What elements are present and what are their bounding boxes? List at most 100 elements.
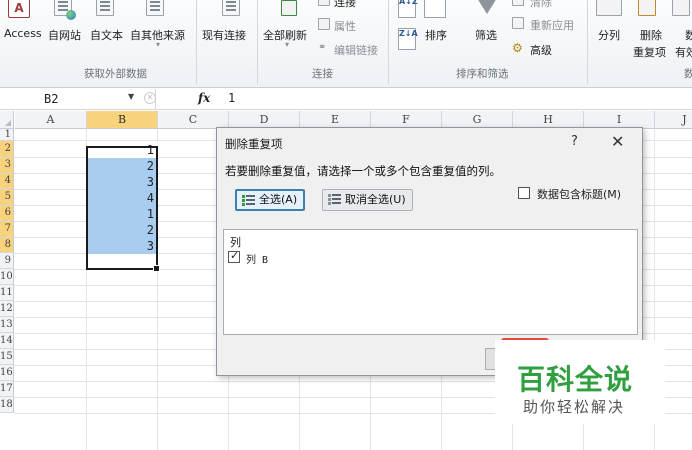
reapply-icon bbox=[512, 17, 524, 29]
has-headers-label: 数据包含标题(M) bbox=[537, 188, 622, 201]
name-box[interactable]: B2 ▼ bbox=[0, 89, 156, 109]
row-header[interactable]: 16 bbox=[0, 365, 14, 381]
group-label-data-tools: 数 bbox=[684, 66, 692, 81]
sort-button[interactable]: 排序 bbox=[425, 27, 447, 43]
advanced-filter-button[interactable]: 高级 bbox=[530, 42, 552, 58]
dialog-message: 若要删除重复值，请选择一个或多个包含重复值的列。 bbox=[225, 164, 501, 178]
cell-b3[interactable]: 2 bbox=[87, 158, 158, 174]
ribbon: A Access 自网站 自文本 自其他来源 ▾ 现有连接 获取外部数据 全部刷… bbox=[0, 0, 692, 88]
row-header[interactable]: 11 bbox=[0, 285, 14, 301]
existing-connections-button[interactable]: 现有连接 bbox=[202, 27, 246, 43]
close-icon[interactable]: ✕ bbox=[611, 132, 624, 151]
unchecklist-icon bbox=[328, 194, 341, 206]
row-header[interactable]: 10 bbox=[0, 269, 14, 285]
filter-icon bbox=[477, 0, 497, 14]
existing-connections-icon bbox=[222, 0, 240, 16]
clear-filter-button[interactable]: 清除 bbox=[530, 0, 552, 10]
row-header[interactable]: 5 bbox=[0, 189, 14, 205]
has-headers-checkbox[interactable] bbox=[518, 187, 530, 199]
columns-list[interactable]: 列 列 B bbox=[223, 229, 638, 335]
group-label-connections: 连接 bbox=[312, 68, 333, 80]
chevron-down-icon: ▾ bbox=[156, 40, 161, 49]
from-text-button[interactable]: 自文本 bbox=[90, 27, 123, 43]
dialog-title: 删除重复项 bbox=[225, 137, 283, 151]
cell-b2[interactable]: 1 bbox=[87, 142, 158, 158]
remove-duplicates-icon bbox=[638, 0, 656, 16]
ribbon-separator bbox=[587, 0, 588, 84]
text-to-columns-button[interactable]: 分列 bbox=[598, 27, 620, 43]
advanced-filter-icon: ⚙ bbox=[512, 41, 523, 55]
chevron-down-icon[interactable]: ▼ bbox=[128, 92, 134, 101]
insert-function-icon[interactable]: fx bbox=[198, 91, 210, 105]
unselect-all-label: 取消全选(U) bbox=[345, 193, 406, 206]
select-all-corner[interactable] bbox=[0, 111, 14, 129]
row-header[interactable]: 7 bbox=[0, 221, 14, 237]
text-to-columns-icon bbox=[596, 0, 622, 16]
select-all-label: 全选(A) bbox=[259, 193, 298, 206]
properties-icon bbox=[318, 18, 330, 30]
clear-filter-icon bbox=[512, 0, 524, 6]
sort-ascending-icon[interactable]: A↓Z bbox=[398, 0, 418, 18]
remove-duplicates-button[interactable]: 删除 bbox=[640, 27, 662, 43]
cell-b4[interactable]: 3 bbox=[87, 174, 158, 190]
row-header[interactable]: 18 bbox=[0, 397, 14, 413]
help-icon[interactable]: ? bbox=[571, 134, 578, 149]
row-header[interactable]: 12 bbox=[0, 301, 14, 317]
row-header[interactable]: 14 bbox=[0, 333, 14, 349]
edit-links-button[interactable]: 编辑链接 bbox=[334, 42, 378, 58]
reapply-button[interactable]: 重新应用 bbox=[530, 17, 574, 33]
connections-icon bbox=[318, 0, 330, 6]
column-b-label: 列 B bbox=[246, 255, 269, 266]
row-header[interactable]: 2 bbox=[0, 141, 14, 157]
cell-b7[interactable]: 2 bbox=[87, 222, 158, 238]
formula-input[interactable]: 1 bbox=[228, 91, 235, 105]
row-header[interactable]: 13 bbox=[0, 317, 14, 333]
globe-icon bbox=[66, 10, 76, 20]
connections-button[interactable]: 连接 bbox=[334, 0, 356, 10]
columns-list-header: 列 bbox=[230, 236, 241, 249]
group-label-get-external: 获取外部数据 bbox=[84, 68, 147, 80]
filter-button[interactable]: 筛选 bbox=[475, 27, 497, 43]
ribbon-separator bbox=[257, 0, 258, 84]
row-header[interactable]: 1 bbox=[0, 129, 14, 141]
column-header-b[interactable]: B bbox=[87, 111, 158, 129]
watermark-subtitle: 助你轻松解决 bbox=[523, 398, 626, 416]
access-icon: A bbox=[8, 0, 30, 18]
remove-duplicates-label-line2: 重复项 bbox=[633, 46, 666, 59]
sort-descending-icon[interactable]: Z↓A bbox=[398, 28, 418, 50]
row-header[interactable]: 15 bbox=[0, 349, 14, 365]
formula-bar: B2 ▼ ✕ fx 1 bbox=[0, 88, 692, 110]
link-icon: ⚭ bbox=[318, 42, 327, 53]
column-header-a[interactable]: A bbox=[15, 111, 87, 129]
from-access-button[interactable]: Access bbox=[4, 27, 42, 40]
refresh-icon bbox=[281, 0, 297, 16]
row-header[interactable]: 6 bbox=[0, 205, 14, 221]
column-b-checkbox[interactable] bbox=[228, 249, 240, 263]
row-header[interactable]: 8 bbox=[0, 237, 14, 253]
cell-b8[interactable]: 3 bbox=[87, 238, 158, 254]
select-all-button[interactable]: 全选(A) bbox=[235, 189, 306, 211]
row-header[interactable]: 4 bbox=[0, 173, 14, 189]
unselect-all-button[interactable]: 取消全选(U) bbox=[322, 189, 413, 211]
ribbon-separator bbox=[388, 0, 389, 84]
row-header[interactable]: 3 bbox=[0, 157, 14, 173]
watermark-title: 百科全说 bbox=[517, 363, 634, 396]
row-header[interactable]: 17 bbox=[0, 381, 14, 397]
name-box-value: B2 bbox=[44, 92, 59, 106]
watermark-logo: 百科全说 助你轻松解决 bbox=[495, 340, 665, 424]
from-web-button[interactable]: 自网站 bbox=[48, 27, 81, 43]
cancel-icon[interactable]: ✕ bbox=[144, 92, 156, 104]
cell-b5[interactable]: 4 bbox=[87, 190, 158, 206]
column-header-j[interactable]: J bbox=[655, 111, 692, 129]
sort-dialog-icon bbox=[424, 0, 446, 18]
row-header[interactable]: 9 bbox=[0, 253, 14, 269]
remove-duplicates-dialog: 删除重复项 ? ✕ 若要删除重复值，请选择一个或多个包含重复值的列。 全选(A)… bbox=[216, 127, 643, 376]
properties-button[interactable]: 属性 bbox=[334, 18, 356, 34]
cell-b6[interactable]: 1 bbox=[87, 206, 158, 222]
ribbon-separator bbox=[196, 0, 197, 84]
data-validation-button[interactable]: 数 bbox=[685, 27, 692, 43]
chevron-down-icon: ▾ bbox=[285, 40, 290, 49]
group-label-sort-filter: 排序和筛选 bbox=[456, 68, 509, 80]
checklist-icon bbox=[242, 195, 255, 207]
text-file-icon bbox=[96, 0, 114, 16]
